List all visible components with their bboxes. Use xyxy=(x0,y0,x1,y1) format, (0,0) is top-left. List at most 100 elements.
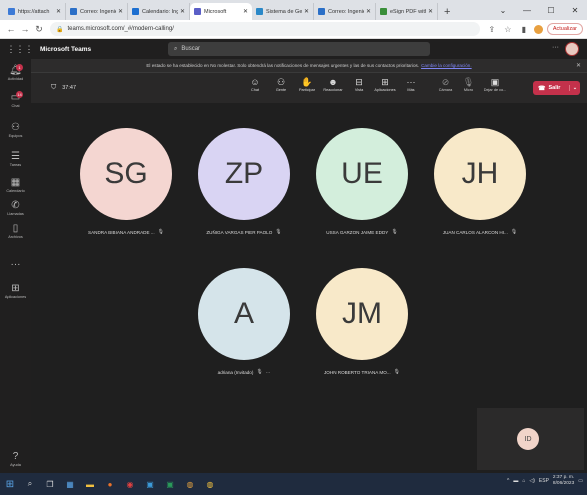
toolbar-label: Chat xyxy=(250,88,260,92)
browser-tab[interactable]: Sistema de Ge ✕ xyxy=(252,3,314,20)
toolbar-button-react[interactable]: ☻ Reaccionar xyxy=(320,76,346,92)
opera-icon[interactable]: ◉ xyxy=(122,478,138,490)
toolbar-button-more[interactable]: ··· Más xyxy=(398,76,424,92)
url-field[interactable]: 🔒 teams.microsoft.com/_#/modern-calling/ xyxy=(50,22,480,36)
forward-button[interactable]: → xyxy=(18,24,32,34)
app-launcher-icon[interactable]: ⋮⋮⋮ xyxy=(0,44,40,55)
participant-tile[interactable]: Aadriana (Invitado) 🎙︎ ··· xyxy=(189,268,299,375)
help-icon: ? xyxy=(12,451,19,462)
chrome-alt-icon[interactable]: ◍ xyxy=(202,478,218,490)
participant-tile[interactable]: JM JOHN ROBERTO TRIANA MO... 🎙︎ xyxy=(307,268,417,375)
rail-item-calendario[interactable]: ▦ Calendario xyxy=(0,177,31,193)
close-icon[interactable]: ✕ xyxy=(180,8,185,15)
toolbar-button-raise-hand[interactable]: ✋ Participar xyxy=(294,76,320,92)
more-options-icon[interactable]: ··· xyxy=(266,370,271,375)
network-icon[interactable]: ⌂ xyxy=(522,478,525,484)
close-icon[interactable]: ✕ xyxy=(428,8,433,15)
update-button[interactable]: Actualizar xyxy=(546,23,583,35)
participant-tile[interactable]: ZP ZUÑIGA VARGAS PIER PAOLO 🎙︎ xyxy=(189,128,299,235)
battery-icon[interactable]: ▬ xyxy=(513,478,518,484)
toolbar-label: Cámara xyxy=(438,88,453,92)
bookmark-star-icon[interactable]: ☆ xyxy=(502,25,514,34)
more-options-icon[interactable]: ··· xyxy=(552,44,559,51)
language-indicator[interactable]: ESP xyxy=(539,478,549,484)
tab-label: https://attach xyxy=(18,8,50,15)
browser-tab[interactable]: Calendario: Ing ✕ xyxy=(128,3,190,20)
rail-item-ayuda[interactable]: ? Ayuda xyxy=(0,451,31,467)
chevron-up-icon[interactable]: ^ xyxy=(507,478,509,484)
self-view[interactable]: ID xyxy=(477,408,584,470)
close-window-button[interactable]: ✕ xyxy=(563,6,587,15)
camera-off-icon: ⊘ xyxy=(441,77,450,87)
participant-tile[interactable]: JH JUAN CARLOS ALARCON HI... 🎙︎ xyxy=(425,128,535,235)
notification-link[interactable]: Cambie la configuración. xyxy=(421,63,472,68)
rail-item-actividad[interactable]: 🔔︎ Actividad 1 xyxy=(0,64,31,81)
close-icon[interactable]: ✕ xyxy=(118,8,123,15)
close-icon[interactable]: ✕ xyxy=(243,8,248,15)
rail-item-chat[interactable]: ▭ Chat 14 xyxy=(0,91,31,108)
task-view-icon[interactable]: ❐ xyxy=(42,478,58,490)
chrome-icon[interactable]: ◍ xyxy=(182,478,198,490)
toolbar-button-camera-off[interactable]: ⊘ Cámara xyxy=(434,76,457,92)
rail-item-tareas[interactable]: ☰ Tareas xyxy=(0,151,31,167)
browser-tab[interactable]: Microsoft ✕ xyxy=(190,3,252,20)
participant-tile[interactable]: UE USSA GARZON JAIME EDDY 🎙︎ xyxy=(307,128,417,235)
leave-button[interactable]: ☎ Salir ⌄ xyxy=(533,81,580,95)
favicon-icon xyxy=(132,8,139,15)
volume-icon[interactable]: ◁) xyxy=(529,478,535,484)
participant-name-row: JOHN ROBERTO TRIANA MO... 🎙︎ xyxy=(307,369,417,375)
tab-search-icon[interactable]: ⌄ xyxy=(491,6,515,15)
widgets-icon[interactable]: ▦ xyxy=(62,478,78,490)
file-explorer-icon[interactable]: ▬ xyxy=(82,478,98,490)
meeting-actions: ☺ Chat ⚇ Gente ✋ Participar ☻ Reaccionar ⊟ Vista ⊞… xyxy=(242,76,424,92)
excel-icon[interactable]: ▣ xyxy=(162,478,178,490)
rail-label: Ayuda xyxy=(10,463,21,467)
system-tray: ^ ▬ ⌂ ◁) ESP 2:37 p. m. 8/06/2023 ▭ xyxy=(507,475,583,487)
outlook-icon[interactable]: ▣ xyxy=(142,478,158,490)
toolbar-button-people[interactable]: ⚇ Gente xyxy=(268,76,294,92)
toolbar-button-chat[interactable]: ☺ Chat xyxy=(242,76,268,92)
rail-item-aplicaciones[interactable]: ⊞ Aplicaciones xyxy=(0,283,31,299)
clock[interactable]: 2:37 p. m. 8/06/2023 xyxy=(553,475,574,487)
participant-tile[interactable]: SG SANDRA BIBIANA ANDRADE ... 🎙︎ xyxy=(71,128,181,235)
search-input[interactable]: ⌕ Buscar xyxy=(168,42,430,56)
maximize-button[interactable]: ☐ xyxy=(539,6,563,15)
toolbar-button-stop-share[interactable]: ▣ Dejar de co... xyxy=(480,76,510,92)
raise-hand-icon: ✋ xyxy=(301,77,313,87)
lock-icon: 🔒 xyxy=(56,26,64,33)
rail-item-archivos[interactable]: ▯ Archivos xyxy=(0,223,31,239)
reload-button[interactable]: ↻ xyxy=(32,24,46,35)
browser-tab[interactable]: Correo: Ingenie ✕ xyxy=(66,3,128,20)
user-avatar[interactable] xyxy=(565,42,579,56)
search-icon[interactable]: ⌕ xyxy=(22,478,38,490)
close-icon[interactable]: ✕ xyxy=(304,8,309,15)
toolbar-button-apps[interactable]: ⊞ Aplicaciones xyxy=(372,76,398,92)
mic-off-icon: 🎙︎ xyxy=(157,229,164,235)
close-icon[interactable]: ✕ xyxy=(56,8,61,15)
share-icon[interactable]: ⇪ xyxy=(486,25,498,34)
firefox-icon[interactable]: ● xyxy=(102,478,118,490)
sidebar-icon[interactable]: ▮ xyxy=(518,25,530,34)
start-button[interactable]: ⊞ xyxy=(0,479,20,490)
close-icon[interactable]: ✕ xyxy=(576,62,581,69)
clock-date: 8/06/2023 xyxy=(552,481,575,486)
browser-tab[interactable]: eSign PDF with ✕ xyxy=(376,3,438,20)
toolbar-button-view[interactable]: ⊟ Vista xyxy=(346,76,372,92)
close-icon[interactable]: ✕ xyxy=(366,8,371,15)
chevron-down-icon[interactable]: ⌄ xyxy=(569,85,580,91)
minimize-button[interactable]: — xyxy=(515,6,539,15)
rail-item-llamadas[interactable]: ✆ Llamadas xyxy=(0,200,31,216)
new-tab-button[interactable]: + xyxy=(438,6,456,20)
tab-label: Calendario: Ing xyxy=(142,8,178,15)
participant-initials: JM xyxy=(342,297,382,330)
shield-icon[interactable]: ⛉ xyxy=(51,84,56,92)
profile-avatar[interactable] xyxy=(533,24,543,34)
toolbar-button-mic-off[interactable]: 🎙︎ Micro xyxy=(457,76,480,92)
browser-tab[interactable]: Correo: Ingenie ✕ xyxy=(314,3,376,20)
back-button[interactable]: ← xyxy=(4,24,18,34)
notifications-icon[interactable]: ▭ xyxy=(578,478,583,484)
rail-item-equipos[interactable]: ⚇ Equipos xyxy=(0,122,31,138)
rail-item-[interactable]: ··· xyxy=(0,259,31,270)
browser-tab[interactable]: https://attach ✕ xyxy=(4,3,66,20)
tab-label: eSign PDF with xyxy=(390,8,426,15)
